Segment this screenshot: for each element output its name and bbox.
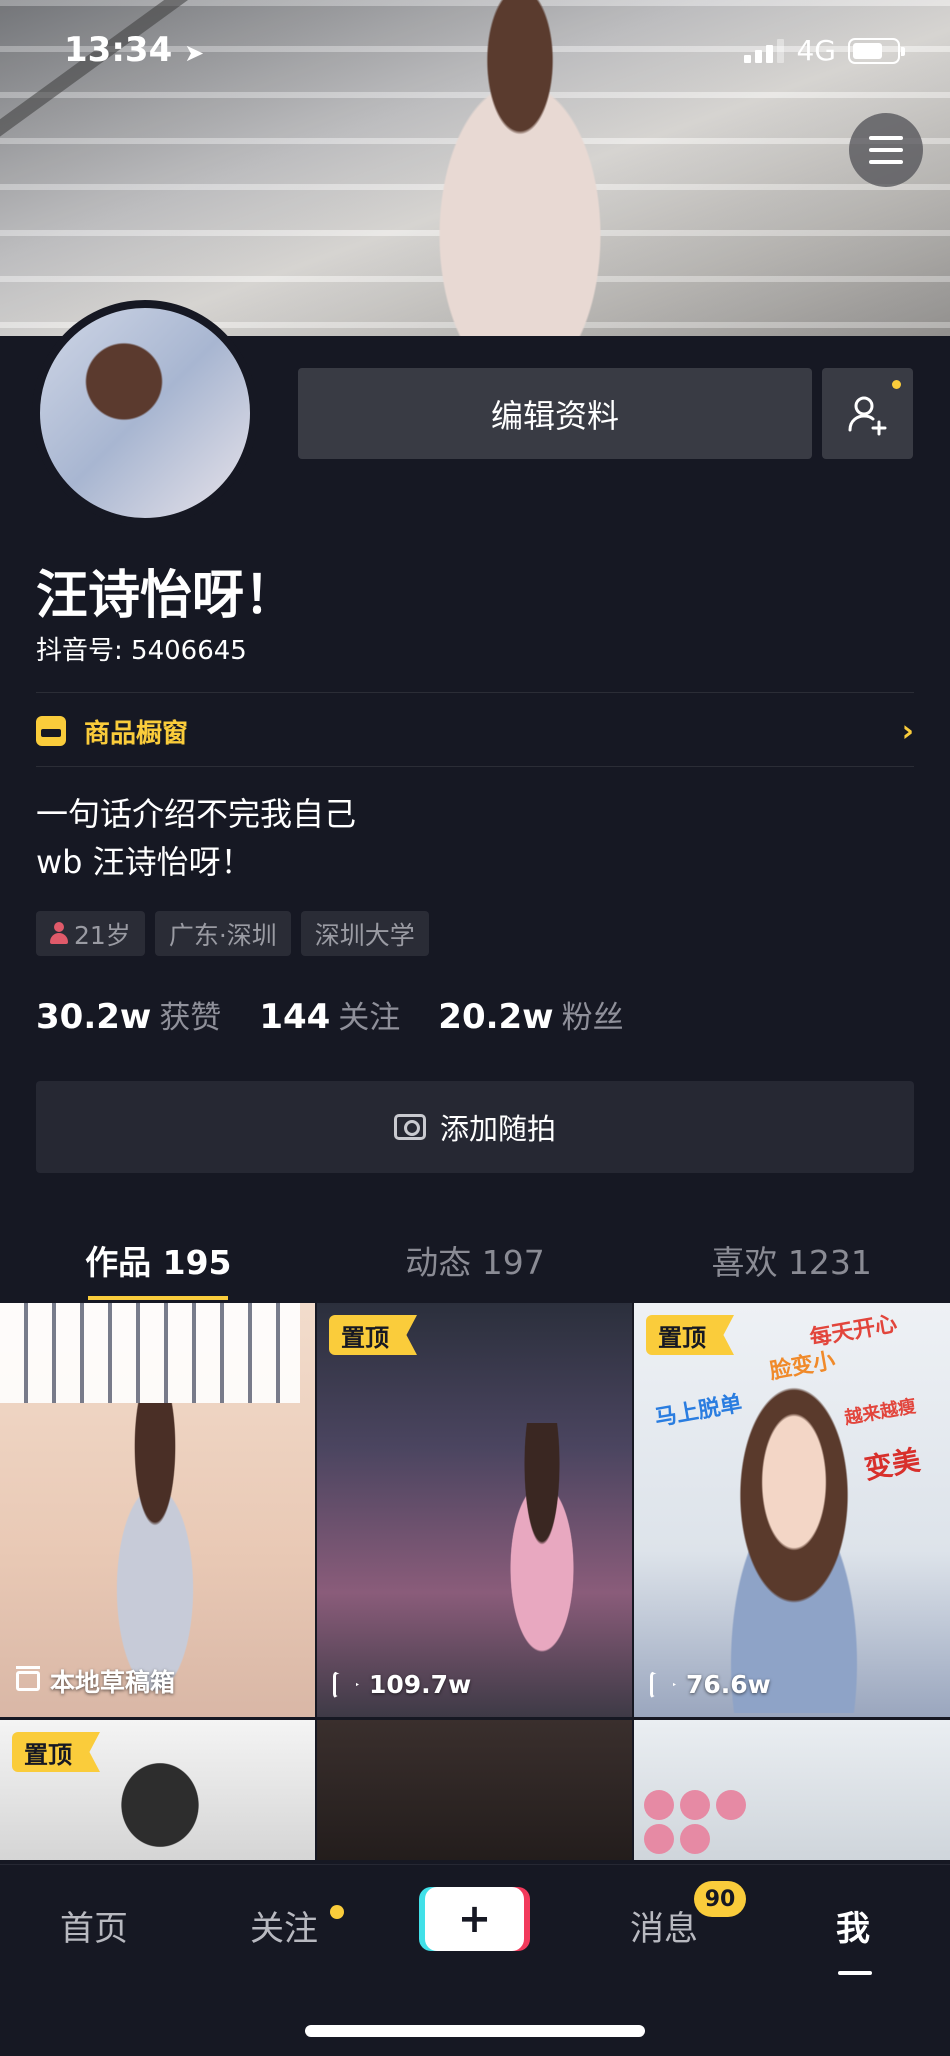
signal-icon	[744, 38, 785, 63]
hamburger-icon	[869, 136, 903, 140]
shop-window-label: 商品橱窗	[84, 718, 189, 749]
school-tag: 深圳大学	[300, 911, 429, 956]
pinned-badge: 置顶	[646, 1315, 734, 1355]
pinned-badge: 置顶	[329, 1315, 417, 1355]
video-thumbnail[interactable]: 置顶	[0, 1720, 315, 1860]
plus-icon: +	[457, 1896, 492, 1942]
divider	[36, 692, 914, 693]
pinned-badge: 置顶	[12, 1732, 100, 1772]
draft-label-row: 本地草稿箱	[16, 1663, 175, 1699]
avatar[interactable]	[32, 300, 258, 526]
likes-stat: 30.2w 获赞	[36, 997, 222, 1037]
sticker-text: 变美	[861, 1443, 923, 1486]
tab-works[interactable]: 作品 195	[0, 1220, 317, 1300]
tab-likes[interactable]: 喜欢 1231	[633, 1220, 950, 1300]
home-indicator	[305, 2025, 645, 2037]
nav-home[interactable]: 首页	[60, 1901, 128, 1950]
video-thumbnail[interactable]	[634, 1720, 950, 1860]
nav-follow[interactable]: 关注	[250, 1901, 318, 1950]
add-friend-icon	[848, 396, 886, 435]
notification-dot	[892, 380, 901, 389]
shop-icon	[36, 716, 66, 746]
person-icon	[50, 921, 68, 946]
location-arrow-icon: ➤	[184, 39, 205, 67]
battery-icon	[848, 37, 905, 64]
profile-name: 汪诗怡呀！	[36, 566, 297, 626]
view-count: 109.7w	[333, 1670, 471, 1699]
video-thumbnail[interactable]: 本地草稿箱	[0, 1303, 315, 1717]
add-friend-button[interactable]	[822, 368, 913, 459]
profile-tabs: 作品 195 动态 197 喜欢 1231	[0, 1220, 950, 1300]
camera-icon	[393, 1114, 426, 1140]
video-thumbnail[interactable]	[317, 1720, 632, 1860]
edit-profile-button[interactable]: 编辑资料	[298, 368, 812, 459]
video-thumbnail[interactable]: 置顶 109.7w	[317, 1303, 632, 1717]
play-icon	[650, 1670, 676, 1699]
nav-me[interactable]: 我	[836, 1901, 870, 1950]
shop-window-row[interactable]: 商品橱窗 ›	[36, 698, 914, 764]
status-bar: 13:34 ➤ 4G	[0, 0, 950, 100]
profile-tags: 21岁 广东·深圳 深圳大学	[36, 911, 429, 956]
profile-bio: 一句话介绍不完我自己 wb 汪诗怡呀！	[36, 790, 356, 886]
location-tag: 广东·深圳	[154, 911, 291, 956]
video-grid: 本地草稿箱 置顶 109.7w 每天开心 脸变小 马上脱单 越来越瘦 变美 置顶…	[0, 1303, 950, 1860]
sticker-text: 脸变小	[767, 1348, 838, 1385]
douyin-id: 抖音号: 5406645	[36, 636, 247, 666]
menu-button[interactable]	[849, 113, 923, 187]
play-icon	[333, 1670, 359, 1699]
tab-moments[interactable]: 动态 197	[317, 1220, 634, 1300]
age-tag: 21岁	[36, 911, 145, 956]
status-right: 4G	[744, 34, 905, 67]
divider	[36, 766, 914, 767]
following-stat[interactable]: 144 关注	[259, 992, 400, 1037]
video-thumbnail[interactable]: 每天开心 脸变小 马上脱单 越来越瘦 变美 置顶 76.6w	[634, 1303, 950, 1717]
bio-line: 一句话介绍不完我自己	[36, 795, 357, 833]
active-indicator	[838, 1971, 872, 1975]
draft-box-icon	[16, 1666, 40, 1691]
follow-notification-dot	[330, 1905, 344, 1919]
view-count: 76.6w	[650, 1670, 771, 1699]
messages-badge: 90	[694, 1881, 746, 1917]
status-time: 13:34 ➤	[64, 30, 205, 70]
add-snapshot-button[interactable]: 添加随拍	[36, 1081, 914, 1173]
bio-line: wb 汪诗怡呀！	[36, 843, 253, 881]
followers-stat[interactable]: 20.2w 粉丝	[438, 992, 623, 1037]
network-type: 4G	[796, 34, 836, 67]
nav-messages[interactable]: 消息	[630, 1901, 698, 1950]
profile-stats: 30.2w 获赞 144 关注 20.2w 粉丝	[36, 992, 624, 1037]
create-video-button[interactable]: +	[425, 1887, 524, 1951]
chevron-right-icon: ›	[901, 713, 914, 749]
